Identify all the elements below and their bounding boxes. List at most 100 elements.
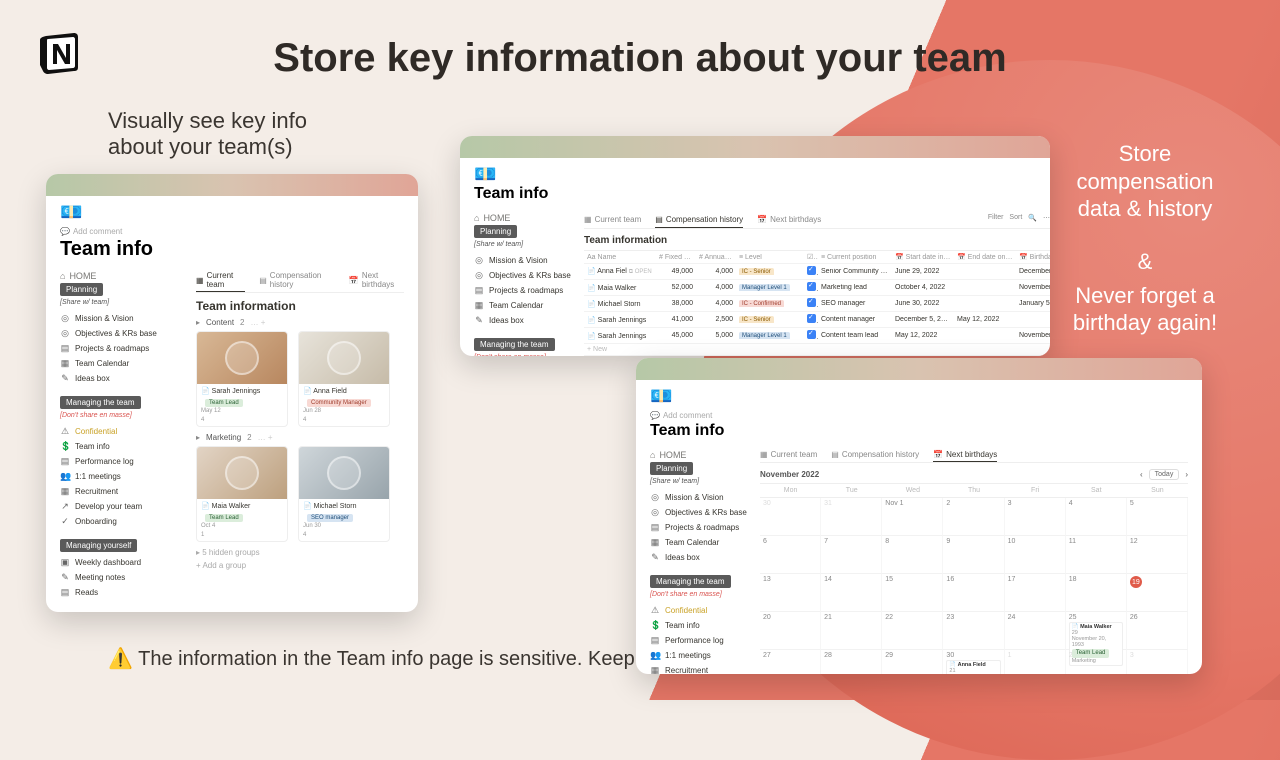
tab-comp-history[interactable]: ▤ Compensation history [259,271,335,289]
sidebar-item[interactable]: ◎Objectives & KRs base [650,505,750,520]
table-row[interactable]: 📄 Anna Fiel ⧉ OPEN49,0004,000IC - Senior… [584,264,1050,280]
calendar-cell[interactable]: 23 [943,612,1004,650]
sidebar-item[interactable]: 👥1:1 meetings [60,469,180,484]
calendar-cell[interactable]: 9 [943,536,1004,574]
sidebar-item[interactable]: ✎Ideas box [474,313,574,328]
sidebar-item[interactable]: ▦Team Calendar [474,298,574,313]
sidebar-item[interactable]: ✎Ideas box [650,550,750,565]
calendar-event[interactable]: 📄 Anna Field21December 1, 2001Community … [946,660,1000,674]
table-row[interactable]: 📄 Maia Walker52,0004,000Manager Level 1M… [584,280,1050,296]
sidebar-item[interactable]: ▤Projects & roadmaps [60,341,180,356]
sidebar-item[interactable]: ▤Performance log [650,633,750,648]
calendar-cell[interactable]: 22 [882,612,943,650]
hidden-groups[interactable]: ▸ 5 hidden groups [196,548,404,557]
calendar-cell[interactable]: Nov 1 [882,498,943,536]
tab-next-birthdays[interactable]: 📅 Next birthdays [349,271,404,289]
money-icon: 💶 [474,164,1036,185]
sidebar-item[interactable]: 💲Team info [650,618,750,633]
calendar-cell[interactable]: 30 [760,498,821,536]
calendar-cell[interactable]: 2 [1066,650,1127,674]
calendar-cell[interactable]: 17 [1005,574,1066,612]
sidebar-item[interactable]: ▦Recruitment [60,484,180,499]
tab-current-team[interactable]: ▦ Current team [760,450,817,459]
calendar-cell[interactable]: 3 [1005,498,1066,536]
new-row[interactable]: + New [584,346,656,353]
subhead-right-2: & Never forget a birthday again! [1040,248,1250,337]
calendar-cell[interactable]: 13 [760,574,821,612]
calendar-cell[interactable]: 4 [1066,498,1127,536]
sidebar-item[interactable]: ◎Mission & Vision [474,253,574,268]
calendar-cell[interactable]: 14 [821,574,882,612]
person-card[interactable]: 📄 Sarah JenningsTeam LeadMay 124 [196,331,288,427]
person-card[interactable]: 📄 Maia WalkerTeam LeadOct 41 [196,446,288,542]
sidebar-item[interactable]: ◎Objectives & KRs base [60,326,180,341]
sidebar-item[interactable]: ▤Performance log [60,454,180,469]
calendar-cell[interactable]: 3 [1127,650,1188,674]
sidebar-item[interactable]: ◎Mission & Vision [60,311,180,326]
tab-current-team[interactable]: ▦ Current team [584,213,641,225]
sidebar-item[interactable]: ◎Mission & Vision [650,490,750,505]
filter-button[interactable]: Filter [988,214,1004,221]
sidebar-item[interactable]: ▦Recruitment [650,663,750,674]
person-card[interactable]: 📄 Anna FieldCommunity ManagerJun 284 [298,331,390,427]
table-row[interactable]: 📄 Sarah Jennings41,0002,500IC - SeniorCo… [584,312,1050,328]
table-row[interactable]: 📄 Michael Storn38,0004,000IC - Confirmed… [584,296,1050,312]
tab-comp-history[interactable]: ▤ Compensation history [655,213,743,228]
more-icon[interactable]: ⋯ [1043,214,1050,222]
calendar-cell[interactable]: 30📄 Anna Field21December 1, 2001Communit… [943,650,1004,674]
sidebar-item[interactable]: ✎Meeting notes [60,570,180,585]
calendar-cell[interactable]: 1 [1005,650,1066,674]
sidebar-item[interactable]: ▦Team Calendar [60,356,180,371]
calendar-cell[interactable]: 27 [760,650,821,674]
calendar-cell[interactable]: 29 [882,650,943,674]
tab-current-team[interactable]: ▦ Current team [196,271,245,292]
calendar-cell[interactable]: 21 [821,612,882,650]
tab-next-birthdays[interactable]: 📅 Next birthdays [933,450,997,462]
calendar-cell[interactable]: 11 [1066,536,1127,574]
today-button[interactable]: Today [1149,469,1180,480]
calendar-cell[interactable]: 12 [1127,536,1188,574]
calendar-cell[interactable]: 26 [1127,612,1188,650]
sidebar-item[interactable]: 👥1:1 meetings [650,648,750,663]
sidebar-item[interactable]: ◎Objectives & KRs base [474,268,574,283]
screenshot-calendar: 💶 💬Add comment Team info HOME Planning[S… [636,358,1202,674]
calendar-cell[interactable]: 7 [821,536,882,574]
calendar-cell[interactable]: 10 [1005,536,1066,574]
tab-comp-history[interactable]: ▤ Compensation history [831,450,919,459]
sidebar-item[interactable]: ✎Ideas box [60,371,180,386]
sidebar-item[interactable]: ↗Develop your team [60,499,180,514]
sidebar-item[interactable]: ✓Onboarding [60,514,180,529]
calendar-cell[interactable]: 20 [760,612,821,650]
sidebar-item[interactable]: ▤Projects & roadmaps [650,520,750,535]
person-card[interactable]: 📄 Michael StornSEO managerJun 304 [298,446,390,542]
calendar-cell[interactable]: 25📄 Maia Walker29November 20, 1993Team L… [1066,612,1127,650]
cal-next-icon[interactable]: › [1185,470,1188,479]
sidebar-item[interactable]: 💲Team info [60,439,180,454]
sidebar-item[interactable]: ▤Projects & roadmaps [474,283,574,298]
sidebar-item[interactable]: ▤Reads [60,585,180,600]
calendar-cell[interactable]: 15 [882,574,943,612]
calendar-cell[interactable]: 28 [821,650,882,674]
sidebar-item[interactable]: ▦Team Calendar [650,535,750,550]
sort-button[interactable]: Sort [1009,214,1022,221]
breadcrumb[interactable]: HOME [474,213,574,223]
calendar-cell[interactable]: 31 [821,498,882,536]
calendar-cell[interactable]: 18 [1066,574,1127,612]
add-comment[interactable]: 💬Add comment [60,227,404,236]
calendar-cell[interactable]: 19 [1127,574,1188,612]
calendar-cell[interactable]: 2 [943,498,1004,536]
sidebar-item[interactable]: ▣Weekly dashboard [60,555,180,570]
search-icon[interactable]: 🔍 [1028,214,1037,222]
breadcrumb[interactable]: HOME [650,450,750,460]
calendar-cell[interactable]: 16 [943,574,1004,612]
calendar-cell[interactable]: 5 [1127,498,1188,536]
add-group[interactable]: + Add a group [196,561,404,570]
calendar-cell[interactable]: 24 [1005,612,1066,650]
breadcrumb[interactable]: HOME [60,271,180,281]
sidebar: HOME Planning [Share w/ team] ◎Mission &… [60,271,180,610]
cal-prev-icon[interactable]: ‹ [1140,470,1143,479]
tab-next-birthdays[interactable]: 📅 Next birthdays [757,213,821,225]
calendar-cell[interactable]: 6 [760,536,821,574]
table-row[interactable]: 📄 Sarah Jennings45,0005,000Manager Level… [584,328,1050,344]
calendar-cell[interactable]: 8 [882,536,943,574]
